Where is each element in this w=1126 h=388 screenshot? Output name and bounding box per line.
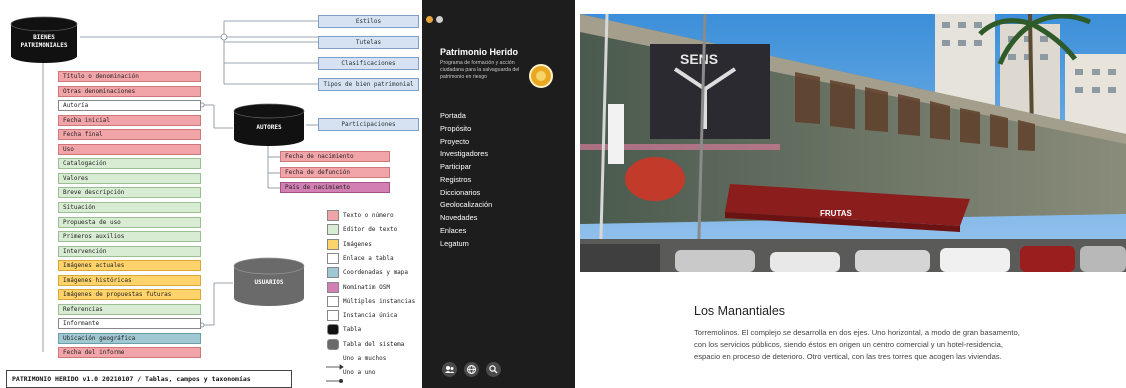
legend-label: Enlace a tabla: [343, 254, 394, 262]
legend-label: Editor de texto: [343, 226, 398, 234]
dot-icon: [436, 16, 443, 23]
field-16: Referencias: [58, 303, 201, 315]
menu-item-portada[interactable]: Portada: [440, 110, 492, 123]
field-18: Ubicación geográfica: [58, 332, 201, 344]
field-8: Breve descripción: [58, 187, 201, 199]
database-autores: AUTORES: [233, 103, 305, 147]
taxonomy-tutelas: Tutelas: [318, 36, 419, 49]
field-4: Fecha final: [58, 129, 201, 141]
legend-label: Múltiples instancias: [343, 297, 416, 305]
legend-swatch: [327, 267, 339, 279]
field-6: Catalogación: [58, 158, 201, 170]
database-label: BIENES PATRIMONIALES: [20, 34, 68, 49]
legend-label: Tabla: [343, 326, 362, 334]
diagram-caption: PATRIMONIO HERIDO v1.0 20210107 / Tablas…: [6, 370, 292, 388]
legend-swatch: [327, 224, 339, 236]
legend-swatch: [327, 338, 339, 350]
field-19: Fecha del informe: [58, 347, 201, 359]
legend-swatch: [327, 295, 339, 307]
field-5: Uso: [58, 143, 201, 155]
user-icon[interactable]: [442, 362, 457, 377]
legend-swatch: [327, 324, 339, 336]
database-label: AUTORES: [256, 124, 282, 131]
menu-item-proyecto[interactable]: Proyecto: [440, 136, 492, 149]
menu-item-investigadores[interactable]: Investigadores: [440, 148, 492, 161]
menu-item-diccionarios[interactable]: Diccionarios: [440, 187, 492, 200]
dot-icon: [426, 16, 433, 23]
legend-label: Coordenadas y mapa: [343, 269, 409, 277]
record-article: SENS FRUTAS Los Manantiales Torremolinos…: [575, 0, 1126, 388]
legend-label: Uno a uno: [343, 369, 376, 377]
field-3: Fecha inicial: [58, 114, 201, 126]
table-participaciones: Participaciones: [318, 118, 419, 131]
legend-label: Nominatim OSM: [343, 283, 390, 291]
menu-item-participar[interactable]: Participar: [440, 161, 492, 174]
database-usuarios: USUARIOS: [233, 257, 305, 307]
site-title[interactable]: Patrimonio Herido: [440, 47, 518, 57]
record-description: Torremolinos. El complejo se desarrolla …: [694, 328, 1020, 361]
field-0: Título o denominación: [58, 71, 201, 82]
legend-label: Imágenes: [343, 240, 372, 248]
field-12: Intervención: [58, 245, 201, 257]
legend-swatch: [327, 281, 339, 293]
legend-swatch: [327, 252, 339, 264]
field-15: Imágenes de propuestas futuras: [58, 289, 201, 301]
legend-swatch: [327, 310, 339, 322]
search-icon[interactable]: [486, 362, 501, 377]
menu-item-legatum[interactable]: Legatum: [440, 238, 492, 251]
field-9: Situación: [58, 201, 201, 213]
field-13: Imágenes actuales: [58, 260, 201, 272]
field-10: Propuesta de uso: [58, 216, 201, 228]
taxonomy-clasificaciones: Clasificaciones: [318, 57, 419, 70]
legend-swatch: [327, 210, 339, 221]
field-11: Primeros auxilios: [58, 231, 201, 243]
window-dots: [426, 16, 443, 23]
field-1: Otras denominaciones: [58, 85, 201, 97]
database-label: USUARIOS: [254, 279, 284, 286]
record-title: Los Manantiales: [694, 304, 786, 318]
main-menu: Portada Propósito Proyecto Investigadores Pa…: [440, 110, 492, 250]
database-bienes-patrimoniales: BIENES PATRIMONIALES: [10, 16, 78, 64]
legend-label: Tabla del sistema: [343, 340, 405, 348]
author-field-0: Fecha de nacimiento: [280, 151, 390, 162]
legend-label: Texto o número: [343, 212, 394, 219]
data-model-diagram: BIENES PATRIMONIALES AUTORES USUARIOS Es…: [0, 0, 422, 388]
site-description: Programa de formación y acción ciudadana…: [440, 60, 520, 80]
menu-item-geolocalizacin[interactable]: Geolocalización: [440, 199, 492, 212]
site-logo-icon[interactable]: [529, 64, 553, 88]
globe-icon[interactable]: [464, 362, 479, 377]
menu-item-enlaces[interactable]: Enlaces: [440, 225, 492, 238]
taxonomy-tipos: Tipos de bien patrimonial: [318, 78, 419, 91]
sens-sign-text: SENS: [680, 51, 718, 67]
author-field-2: País de nacimiento: [280, 182, 390, 193]
field-17: Informante: [58, 318, 201, 330]
building-photo: SENS FRUTAS: [580, 14, 1126, 272]
legend-label: Instancia única: [343, 312, 398, 320]
field-7: Valores: [58, 172, 201, 184]
taxonomy-estilos: Estilos: [318, 15, 419, 28]
frutas-sign-text: FRUTAS: [820, 209, 853, 218]
field-14: Imágenes históricas: [58, 274, 201, 286]
menu-item-registros[interactable]: Registros: [440, 174, 492, 187]
legend-swatch: [327, 238, 339, 250]
legend-label: Uno a muchos: [343, 355, 387, 362]
menu-item-propsito[interactable]: Propósito: [440, 123, 492, 136]
site-sidebar: Patrimonio Herido Programa de formación …: [422, 0, 575, 388]
menu-item-novedades[interactable]: Novedades: [440, 212, 492, 225]
field-2: Autoría: [58, 100, 201, 112]
author-field-1: Fecha de defunción: [280, 166, 390, 178]
